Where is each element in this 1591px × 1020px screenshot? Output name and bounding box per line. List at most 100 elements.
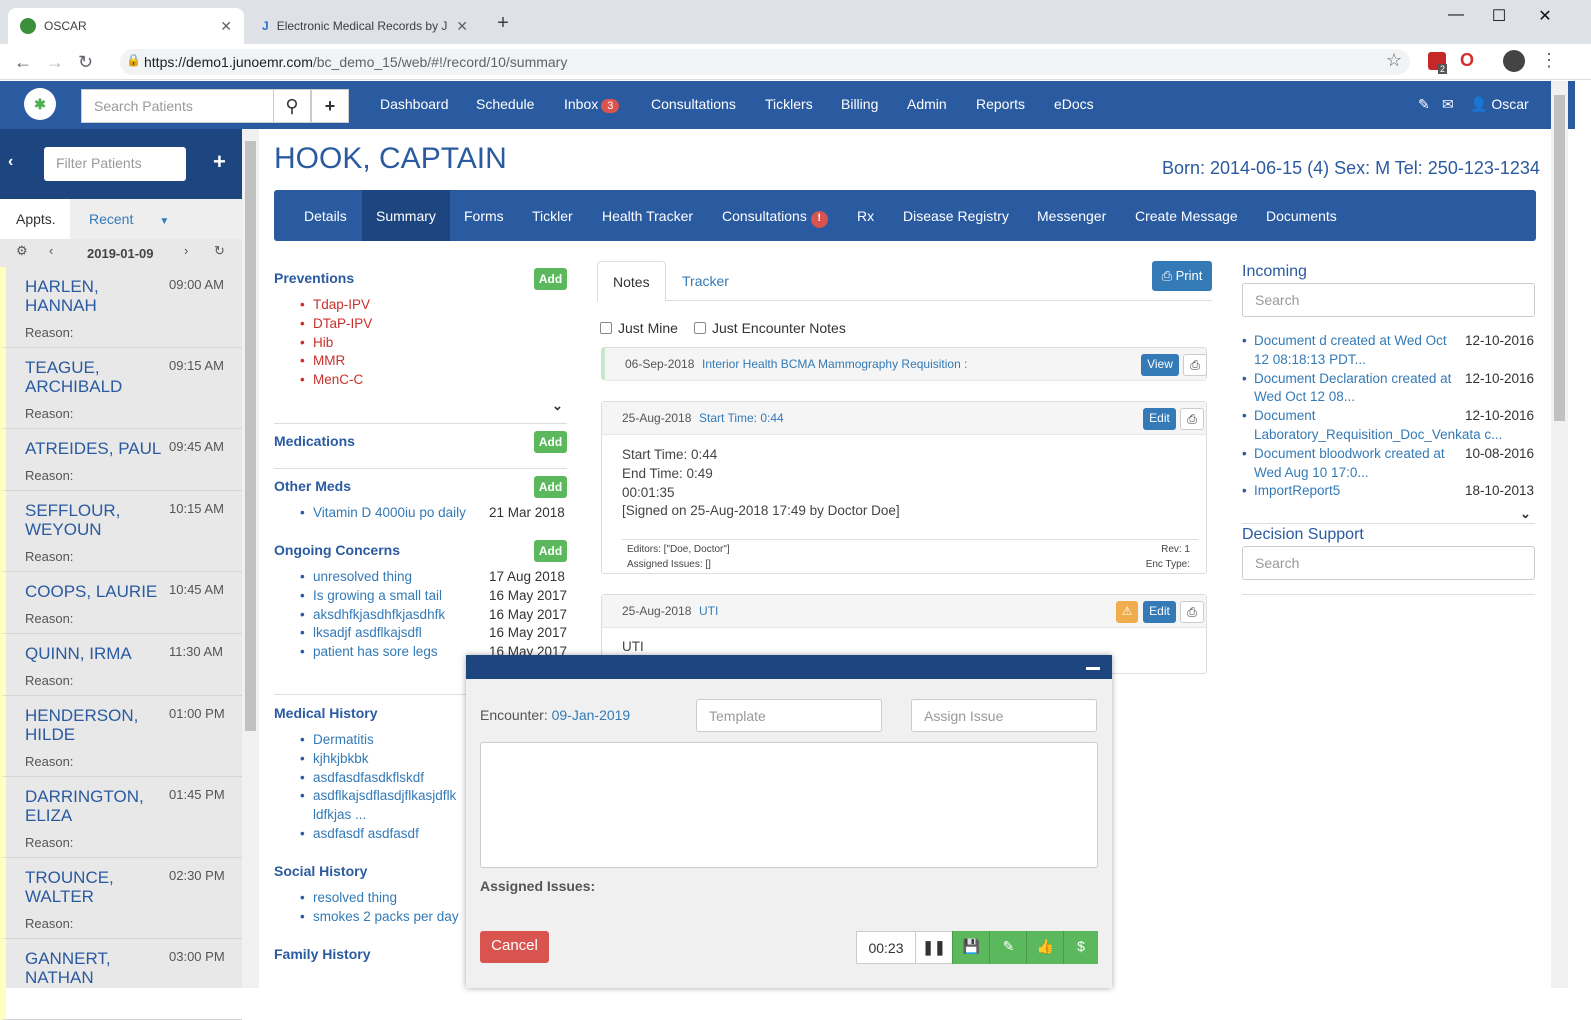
- sign-thumbs-up-icon[interactable]: 👍: [1026, 931, 1064, 964]
- list-item[interactable]: patient has sore legs: [300, 643, 445, 662]
- appointment-item[interactable]: GANNERT, NATHAN 03:00 PM: [0, 939, 242, 1020]
- edit-note-button[interactable]: Edit: [1143, 601, 1176, 623]
- encounter-date[interactable]: 09-Jan-2019: [552, 707, 631, 723]
- add-prevention-button[interactable]: Add: [534, 268, 567, 290]
- tab-summary[interactable]: Summary: [362, 190, 450, 241]
- nav-edocs[interactable]: eDocs: [1054, 96, 1094, 112]
- browser-tab-juno[interactable]: J Electronic Medical Records by Ju ✕: [250, 8, 480, 44]
- list-item[interactable]: asdfasdfasdkflskdf: [300, 769, 463, 788]
- list-item[interactable]: Hib: [300, 334, 372, 353]
- search-icon[interactable]: ⚲: [273, 89, 311, 123]
- filter-patients-input[interactable]: Filter Patients: [44, 147, 186, 181]
- appointment-item[interactable]: COOPS, LAURIE 10:45 AM Reason:: [0, 572, 242, 634]
- list-item[interactable]: lksadjf asdflkajsdfl: [300, 624, 445, 643]
- other-meds-title[interactable]: Other Meds: [274, 478, 351, 494]
- reload-icon[interactable]: ↻: [78, 52, 93, 73]
- appointment-item[interactable]: TROUNCE, WALTER 02:30 PM Reason:: [0, 858, 242, 939]
- assign-issue-input[interactable]: Assign Issue: [911, 699, 1097, 732]
- sidebar-scrollbar[interactable]: [242, 129, 259, 988]
- tab-recent[interactable]: Recent ▼: [89, 211, 169, 227]
- list-item[interactable]: unresolved thing: [300, 568, 445, 587]
- list-item[interactable]: MenC-C: [300, 371, 372, 390]
- list-item[interactable]: Is growing a small tail: [300, 587, 445, 606]
- family-history-title[interactable]: Family History: [274, 946, 370, 962]
- browser-tab-oscar[interactable]: OSCAR ✕: [8, 8, 244, 44]
- checkbox-box[interactable]: [694, 322, 706, 334]
- just-encounter-checkbox[interactable]: Just Encounter Notes: [694, 320, 846, 336]
- template-input[interactable]: Template: [696, 699, 882, 732]
- app-logo[interactable]: ✱: [24, 88, 56, 120]
- print-note-icon[interactable]: ⎙: [1183, 354, 1207, 376]
- expand-chevron-icon[interactable]: ⌄: [552, 398, 563, 414]
- appointment-item[interactable]: QUINN, IRMA 11:30 AM Reason:: [0, 634, 242, 696]
- add-medication-button[interactable]: Add: [534, 431, 567, 453]
- just-mine-checkbox[interactable]: Just Mine: [600, 320, 678, 336]
- note-title[interactable]: Start Time: 0:44: [699, 411, 784, 425]
- list-item[interactable]: Vitamin D 4000iu po daily: [300, 504, 466, 523]
- close-tab-icon[interactable]: ✕: [456, 18, 468, 35]
- back-icon[interactable]: ←: [14, 52, 32, 73]
- collapse-sidebar-icon[interactable]: ‹: [8, 153, 13, 171]
- tab-tracker[interactable]: Tracker: [667, 261, 744, 302]
- preventions-title[interactable]: Preventions: [274, 270, 354, 286]
- sidebar-scroll-thumb[interactable]: [245, 141, 256, 731]
- tab-disease-registry[interactable]: Disease Registry: [903, 190, 1009, 241]
- maximize-window-icon[interactable]: ☐: [1484, 6, 1514, 26]
- list-item[interactable]: smokes 2 packs per day: [300, 908, 459, 927]
- list-item[interactable]: MMR: [300, 352, 372, 371]
- view-note-button[interactable]: View: [1141, 354, 1179, 376]
- nav-inbox[interactable]: Inbox 3: [564, 96, 620, 113]
- edit-note-button[interactable]: Edit: [1143, 408, 1176, 430]
- list-item[interactable]: asdflkajsdflasdjflkasjdflk ldfkjas ...: [300, 787, 463, 825]
- tab-forms[interactable]: Forms: [464, 190, 504, 241]
- list-item[interactable]: Document Declaration created at Wed Oct …: [1242, 370, 1534, 408]
- tab-consultations[interactable]: Consultations !: [722, 190, 828, 241]
- nav-consultations[interactable]: Consultations: [651, 96, 736, 112]
- close-tab-icon[interactable]: ✕: [220, 18, 232, 35]
- decision-support-search-input[interactable]: Search: [1242, 546, 1535, 580]
- sign-edit-icon[interactable]: ✎: [989, 931, 1027, 964]
- edit-icon[interactable]: ✎: [1418, 96, 1430, 113]
- nav-ticklers[interactable]: Ticklers: [765, 96, 813, 112]
- url-field[interactable]: 🔒 https://demo1.junoemr.com/bc_demo_15/w…: [120, 49, 1410, 75]
- list-item[interactable]: Tdap-IPV: [300, 296, 372, 315]
- warning-icon[interactable]: ⚠: [1116, 601, 1138, 623]
- nav-billing[interactable]: Billing: [841, 96, 878, 112]
- medical-history-title[interactable]: Medical History: [274, 705, 377, 721]
- next-date-icon[interactable]: ›: [184, 243, 188, 258]
- new-tab-icon[interactable]: +: [488, 12, 518, 35]
- add-other-med-button[interactable]: Add: [534, 476, 567, 498]
- close-window-icon[interactable]: ✕: [1530, 6, 1560, 26]
- mail-icon[interactable]: ✉: [1442, 96, 1454, 113]
- bookmark-star-icon[interactable]: ☆: [1386, 50, 1402, 71]
- list-item[interactable]: resolved thing: [300, 889, 459, 908]
- tab-documents[interactable]: Documents: [1266, 190, 1337, 241]
- print-note-icon[interactable]: ⎙: [1180, 601, 1204, 623]
- add-concern-button[interactable]: Add: [534, 540, 567, 562]
- nav-dashboard[interactable]: Dashboard: [380, 96, 449, 112]
- appointment-item[interactable]: ATREIDES, PAUL 09:45 AM Reason:: [0, 429, 242, 491]
- list-item[interactable]: asdfasdf asdfasdf: [300, 825, 463, 844]
- page-scrollbar[interactable]: [1551, 81, 1568, 988]
- forward-icon[interactable]: →: [46, 52, 64, 73]
- checkbox-box[interactable]: [600, 322, 612, 334]
- settings-gear-icon[interactable]: ⚙: [16, 243, 28, 259]
- list-item[interactable]: aksdhfkjasdhfkjasdhfk: [300, 606, 445, 625]
- list-item[interactable]: DTaP-IPV: [300, 315, 372, 334]
- minimize-icon[interactable]: [1086, 667, 1100, 670]
- add-icon[interactable]: +: [213, 149, 226, 175]
- minimize-window-icon[interactable]: —: [1441, 6, 1471, 24]
- appointment-item[interactable]: TEAGUE, ARCHIBALD 09:15 AM Reason:: [0, 348, 242, 429]
- appointment-item[interactable]: HENDERSON, HILDE 01:00 PM Reason:: [0, 696, 242, 777]
- incoming-search-input[interactable]: Search: [1242, 283, 1535, 317]
- note-title[interactable]: Interior Health BCMA Mammography Requisi…: [702, 357, 967, 371]
- nav-schedule[interactable]: Schedule: [476, 96, 534, 112]
- add-patient-icon[interactable]: +: [311, 89, 349, 123]
- expand-chevron-icon[interactable]: ⌄: [1520, 506, 1531, 522]
- profile-avatar[interactable]: [1503, 50, 1525, 72]
- print-button[interactable]: ⎙ Print: [1152, 261, 1212, 291]
- appointment-item[interactable]: DARRINGTON, ELIZA 01:45 PM Reason:: [0, 777, 242, 858]
- list-item[interactable]: ImportReport5 18-10-2013: [1242, 482, 1534, 501]
- tab-rx[interactable]: Rx: [857, 190, 874, 241]
- appointment-item[interactable]: SEFFLOUR, WEYOUN 10:15 AM Reason:: [0, 491, 242, 572]
